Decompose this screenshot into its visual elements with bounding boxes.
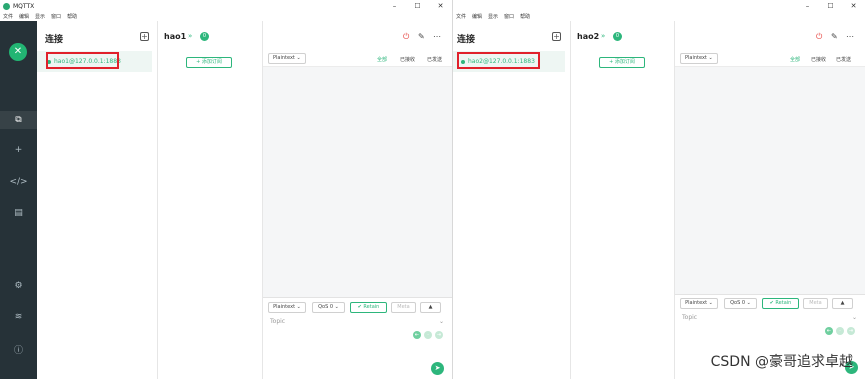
connections-title: 连接 [457,35,476,45]
qos-select[interactable]: QoS 0 ⌄ [312,302,345,313]
history-clear-icon[interactable]: · [836,327,844,335]
subscription-icon[interactable]: ≋ [0,312,37,322]
connection-tab-title: hao2 [577,32,600,41]
new-connection-icon[interactable]: + [0,145,37,155]
payload-type-select[interactable]: Plaintext ⌄ [680,53,718,64]
disconnect-icon[interactable]: ⏻ [403,32,409,42]
payload-type-value: Plaintext [273,55,295,61]
close-button[interactable]: ✕ [429,0,452,12]
settings-icon[interactable]: ⚙ [0,281,37,291]
disconnect-icon[interactable]: ⏻ [816,32,822,42]
meta-button[interactable]: Meta [391,302,416,313]
window-controls: – ☐ ✕ [383,0,452,12]
menu-file[interactable]: 文件 [3,13,13,20]
expand-up-icon[interactable]: ▲ [832,298,853,309]
retain-toggle[interactable]: ✔ Retain [762,298,799,309]
topic-dropdown-icon[interactable]: ⌄ [439,318,444,325]
send-icon[interactable]: ➤ [431,362,444,375]
filter-sent[interactable]: 已发送 [427,56,442,63]
history-back-icon[interactable]: ⇤ [413,331,421,339]
topic-input[interactable]: Topic [270,318,285,325]
compose-payload-value: Plaintext [273,304,296,310]
filter-received[interactable]: 已接收 [400,56,415,63]
subscription-count-badge: 0 [200,32,209,41]
maximize-button[interactable]: ☐ [406,0,429,12]
topic-input[interactable]: Topic [682,314,697,321]
connections-panel: 连接 + hao1@127.0.0.1:1883 [37,21,158,379]
connections-panel: 连接 + hao2@127.0.0.1:1883 [453,21,571,379]
messages-panel: ⏻ ✎ ⋯ Plaintext ⌄ 全部 已接收 已发送 Plaintext ⌄… [263,21,452,379]
subscription-count-badge: 0 [613,32,622,41]
menu-window[interactable]: 窗口 [51,13,61,20]
script-icon[interactable]: </> [0,177,37,187]
menu-window[interactable]: 窗口 [504,13,514,20]
qos-select[interactable]: QoS 0 ⌄ [724,298,757,309]
mqttx-window-1: MQTTX – ☐ ✕ 文件 编辑 显示 窗口 帮助 ✕ ⧉ + </> ▤ ⚙… [0,0,452,379]
menu-edit[interactable]: 编辑 [19,13,29,20]
menubar: 文件 编辑 显示 窗口 帮助 [453,12,865,21]
add-connection-icon[interactable]: + [140,32,149,41]
menu-edit[interactable]: 编辑 [472,13,482,20]
close-button[interactable]: ✕ [842,0,865,12]
compose-area: Plaintext ⌄ QoS 0 ⌄ ✔ Retain Meta ▲ Topi… [263,297,452,379]
menu-help[interactable]: 帮助 [520,13,530,20]
retain-label: Retain [363,304,380,310]
highlight-box [46,52,119,69]
sidebar: ✕ ⧉ + </> ▤ ⚙ ≋ ⓘ [0,21,37,379]
minimize-button[interactable]: – [796,0,819,12]
connections-icon[interactable]: ⧉ [0,111,37,129]
subscriptions-panel: hao1 » 0 + 添加订阅 [158,21,263,379]
menu-file[interactable]: 文件 [456,13,466,20]
highlight-box [457,52,540,69]
edit-icon[interactable]: ✎ [831,32,838,41]
chevron-double-down-icon[interactable]: » [601,32,605,40]
watermark: CSDN @豪哥追求卓越 [710,354,853,370]
menu-view[interactable]: 显示 [35,13,45,20]
compose-payload-value: Plaintext [685,300,708,306]
connections-title: 连接 [45,35,64,45]
app-title: MQTTX [13,2,35,10]
payload-type-value: Plaintext [685,55,707,61]
compose-payload-select[interactable]: Plaintext ⌄ [680,298,718,309]
expand-up-icon[interactable]: ▲ [420,302,441,313]
menu-view[interactable]: 显示 [488,13,498,20]
filter-all[interactable]: 全部 [377,56,387,63]
history-forward-icon[interactable]: ⇥ [435,331,443,339]
more-icon[interactable]: ⋯ [433,32,441,41]
qos-value: QoS 0 [318,304,334,310]
menu-help[interactable]: 帮助 [67,13,77,20]
maximize-button[interactable]: ☐ [819,0,842,12]
connection-tab-title: hao1 [164,32,187,41]
about-icon[interactable]: ⓘ [0,343,37,356]
retain-label: Retain [775,300,792,306]
edit-icon[interactable]: ✎ [418,32,425,41]
menubar: 文件 编辑 显示 窗口 帮助 [0,12,452,21]
minimize-button[interactable]: – [383,0,406,12]
log-icon[interactable]: ▤ [0,208,37,218]
payload-type-select[interactable]: Plaintext ⌄ [268,53,306,64]
add-subscription-button[interactable]: + 添加订阅 [186,57,232,68]
mqttx-logo-icon: ✕ [9,43,27,61]
retain-toggle[interactable]: ✔ Retain [350,302,387,313]
window-controls: – ☐ ✕ [796,0,865,12]
history-back-icon[interactable]: ⇤ [825,327,833,335]
more-icon[interactable]: ⋯ [846,32,854,41]
add-subscription-button[interactable]: + 添加订阅 [599,57,645,68]
messages-panel: ⏻ ✎ ⋯ Plaintext ⌄ 全部 已接收 已发送 Plaintext ⌄… [675,21,865,379]
history-forward-icon[interactable]: ⇥ [847,327,855,335]
app-logo-icon [3,2,10,10]
chevron-double-down-icon[interactable]: » [188,32,192,40]
mqttx-window-2: – ☐ ✕ 文件 编辑 显示 窗口 帮助 连接 + hao2@127.0.0.1… [453,0,865,379]
topic-dropdown-icon[interactable]: ⌄ [852,314,857,321]
history-clear-icon[interactable]: · [424,331,432,339]
filter-sent[interactable]: 已发送 [836,56,851,63]
compose-payload-select[interactable]: Plaintext ⌄ [268,302,306,313]
add-connection-icon[interactable]: + [552,32,561,41]
filter-received[interactable]: 已接收 [811,56,826,63]
qos-value: QoS 0 [730,300,746,306]
filter-all[interactable]: 全部 [790,56,800,63]
meta-button[interactable]: Meta [803,298,828,309]
subscriptions-panel: hao2 » 0 + 添加订阅 [571,21,675,379]
